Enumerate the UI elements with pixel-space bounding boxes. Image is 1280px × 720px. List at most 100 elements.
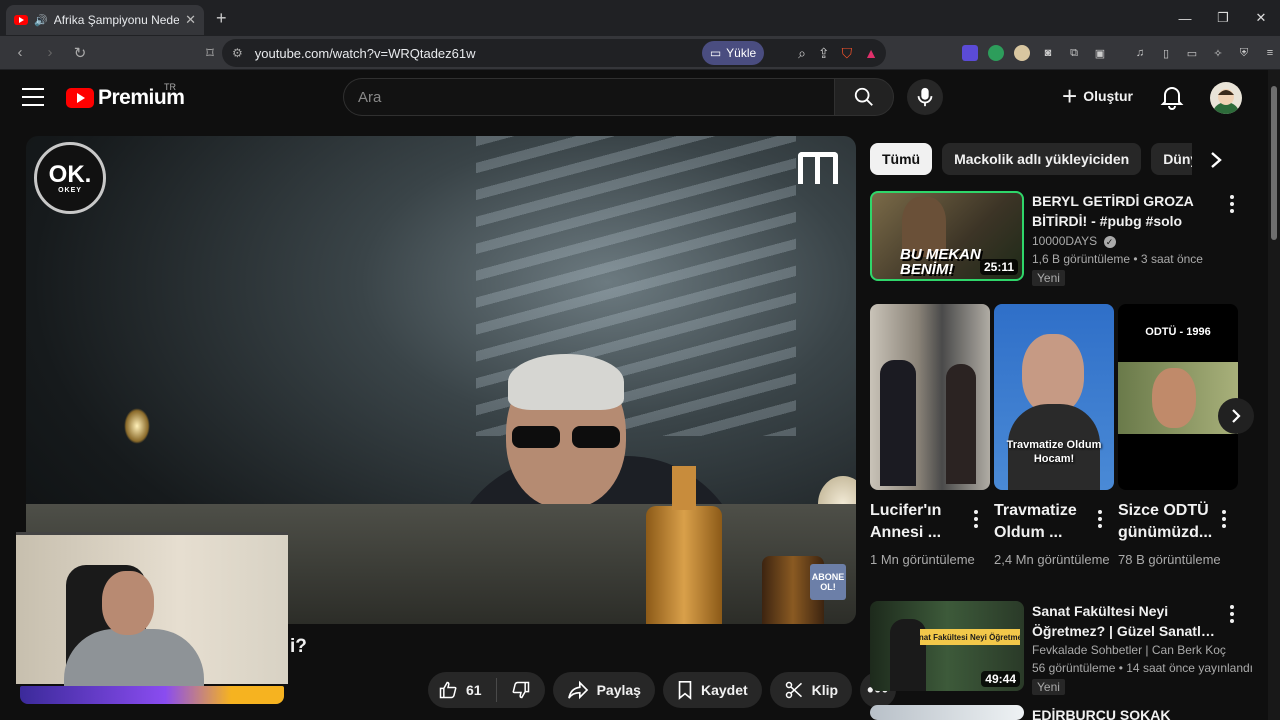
chips-next-chevron-icon[interactable] <box>1202 146 1230 174</box>
scrollbar-thumb[interactable] <box>1271 86 1277 240</box>
more-vertical-icon[interactable] <box>972 510 980 528</box>
menu-icon[interactable]: ≡ <box>1262 45 1278 61</box>
music-icon[interactable]: ♫ <box>1132 45 1148 61</box>
sidebar-icon[interactable]: ▯ <box>1158 45 1174 61</box>
filter-chips: Tümü Mackolik adlı yükleyiciden Dünya Ku… <box>870 143 1192 175</box>
reload-icon[interactable]: ↻ <box>68 41 92 65</box>
short-thumbnail[interactable]: ODTÜ - 1996 <box>1118 304 1238 490</box>
short-title[interactable]: Sizce ODTÜ günümüzd... <box>1118 500 1214 544</box>
recommendation-info: Sanat Fakültesi Neyi Öğretmez? | Güzel S… <box>1032 601 1254 696</box>
share-button[interactable]: Paylaş <box>552 672 655 708</box>
short-item[interactable]: Lucifer'ın Annesi ... 1 Mn görüntüleme <box>870 304 990 594</box>
more-vertical-icon[interactable] <box>1096 510 1104 528</box>
clip-label: Klip <box>811 682 839 698</box>
minimize-icon[interactable]: — <box>1166 0 1204 36</box>
channel-line[interactable]: 10000DAYS ✓ <box>1032 232 1222 250</box>
recommendation-thumbnail[interactable]: Sanat Fakültesi Neyi Öğretmez? 49:44 <box>870 601 1024 691</box>
new-badge: Yeni <box>1032 679 1065 695</box>
chip-uploader[interactable]: Mackolik adlı yükleyiciden <box>942 143 1142 175</box>
short-title[interactable]: Lucifer'ın Annesi ... <box>870 500 966 544</box>
video-actions: 61 Paylaş Kaydet Klip ••• <box>428 672 897 708</box>
clip-button[interactable]: Klip <box>769 672 853 708</box>
site-settings-icon[interactable]: ⚙ <box>232 46 243 60</box>
short-item[interactable]: ODTÜ - 1996 Sizce ODTÜ günümüzd... 78 B … <box>1118 304 1238 594</box>
channel-name: 10000DAYS <box>1032 234 1098 248</box>
short-face <box>1022 334 1084 414</box>
notifications-bell-icon[interactable] <box>1160 84 1184 110</box>
short-item[interactable]: Travmatize Oldum Hocam! Travmatize Oldum… <box>994 304 1114 594</box>
recommendation-thumbnail[interactable]: BU MEKAN BENİM! 25:11 <box>870 191 1024 281</box>
extension-face-icon[interactable] <box>1014 45 1030 61</box>
recommendation-title[interactable]: BERYL GETİRDİ GROZA BİTİRDİ! - #pubg #so… <box>1032 191 1222 231</box>
more-vertical-icon[interactable] <box>1220 510 1228 528</box>
zoom-icon[interactable]: ⌕ <box>798 45 806 62</box>
recommendation-thumbnail[interactable] <box>870 705 1024 720</box>
view-meta: 1,6 B görüntüleme • 3 saat önce <box>1032 252 1203 266</box>
brave-rewards-icon[interactable]: ▲ <box>864 45 878 61</box>
search-icon <box>854 87 873 106</box>
back-icon[interactable]: ‹ <box>8 41 32 65</box>
extension-green-icon[interactable] <box>988 45 1004 61</box>
microphone-icon <box>917 87 933 107</box>
dislike-button[interactable] <box>497 680 545 700</box>
view-meta: 56 görüntüleme • 14 saat önce yayınlandı <box>1032 661 1254 675</box>
short-figure-woman <box>946 364 976 484</box>
short-title[interactable]: Travmatize Oldum ... <box>994 500 1090 544</box>
puzzle-icon[interactable]: ⧉ <box>1066 45 1082 61</box>
brave-shield-icon[interactable]: ⛉ <box>842 45 853 62</box>
camera-icon[interactable]: ◙ <box>1040 45 1056 61</box>
close-window-icon[interactable]: ✕ <box>1242 0 1280 36</box>
recommendation-item[interactable]: EDİRBURCU SOKAK <box>870 705 1222 720</box>
extension-purple-icon[interactable] <box>962 45 978 61</box>
recommendation-item[interactable]: Sanat Fakültesi Neyi Öğretmez? 49:44 San… <box>870 601 1254 696</box>
new-tab-icon[interactable]: + <box>216 8 227 29</box>
short-figure-man <box>880 360 916 486</box>
country-code: TR <box>164 82 176 92</box>
address-bar[interactable]: ⚙ youtube.com/watch?v=WRQtadez61w ▭ Yükl… <box>222 39 886 67</box>
avatar-face-icon <box>1212 89 1240 114</box>
shorts-next-button[interactable] <box>1218 398 1254 434</box>
streamer-body <box>64 629 204 689</box>
more-vertical-icon[interactable] <box>1228 195 1236 213</box>
page-scrollbar[interactable] <box>1268 70 1280 720</box>
avatar[interactable] <box>1210 82 1242 114</box>
channel-name[interactable]: Fevkalade Sohbetler | Can Berk Koç <box>1032 641 1226 659</box>
subscribe-overlay[interactable]: ABONE OL! <box>810 564 846 600</box>
short-thumbnail[interactable]: Travmatize Oldum Hocam! <box>994 304 1114 490</box>
recommendation-item[interactable]: BU MEKAN BENİM! 25:11 BERYL GETİRDİ GROZ… <box>870 191 1234 287</box>
bookmark-icon[interactable]: ⌑ <box>198 41 222 65</box>
save-button[interactable]: Kaydet <box>662 672 762 708</box>
share-icon[interactable]: ⇪ <box>818 45 830 62</box>
voice-search-button[interactable] <box>907 79 943 115</box>
upload-chip-label: Yükle <box>726 46 757 60</box>
sunglasses <box>512 426 622 448</box>
forward-icon[interactable]: › <box>38 41 62 65</box>
watermark-small-text: OKEY <box>58 186 82 194</box>
maximize-icon[interactable]: ❐ <box>1204 0 1242 36</box>
search-input[interactable]: Ara <box>343 78 834 116</box>
wallet-icon[interactable]: ▭ <box>1184 45 1200 61</box>
more-vertical-icon[interactable] <box>1228 605 1236 623</box>
browser-tab[interactable]: 🔊 Afrika Şampiyonu Neden Değ ✕ <box>6 5 204 35</box>
reader-icon[interactable]: ▣ <box>1092 45 1108 61</box>
recommendation-title[interactable]: EDİRBURCU SOKAK <box>1032 705 1222 720</box>
short-thumbnail[interactable] <box>870 304 990 490</box>
youtube-premium-logo[interactable]: Premium TR <box>66 82 185 110</box>
hamburger-menu-icon[interactable] <box>22 88 44 106</box>
short-views: 78 B görüntüleme <box>1118 552 1221 567</box>
vpn-icon[interactable]: ⛨ <box>1236 45 1252 61</box>
close-tab-icon[interactable]: ✕ <box>185 12 196 28</box>
share-arrow-icon <box>567 680 588 700</box>
speaker-icon[interactable]: 🔊 <box>34 14 48 27</box>
recommendation-title[interactable]: Sanat Fakültesi Neyi Öğretmez? | Güzel S… <box>1032 601 1222 641</box>
verified-check-icon: ✓ <box>1103 236 1116 248</box>
create-button[interactable]: + Oluştur <box>1062 83 1133 109</box>
leo-ai-icon[interactable]: ✧ <box>1210 45 1226 61</box>
upload-chip[interactable]: ▭ Yükle <box>702 41 764 65</box>
like-button[interactable]: 61 <box>428 678 497 702</box>
webcam-overlay <box>16 532 288 689</box>
search-button[interactable] <box>834 78 894 116</box>
watermark-big-text: OK. <box>48 160 92 188</box>
chip-all[interactable]: Tümü <box>870 143 933 175</box>
chip-world-cup[interactable]: Dünya Kupası <box>1151 143 1192 175</box>
